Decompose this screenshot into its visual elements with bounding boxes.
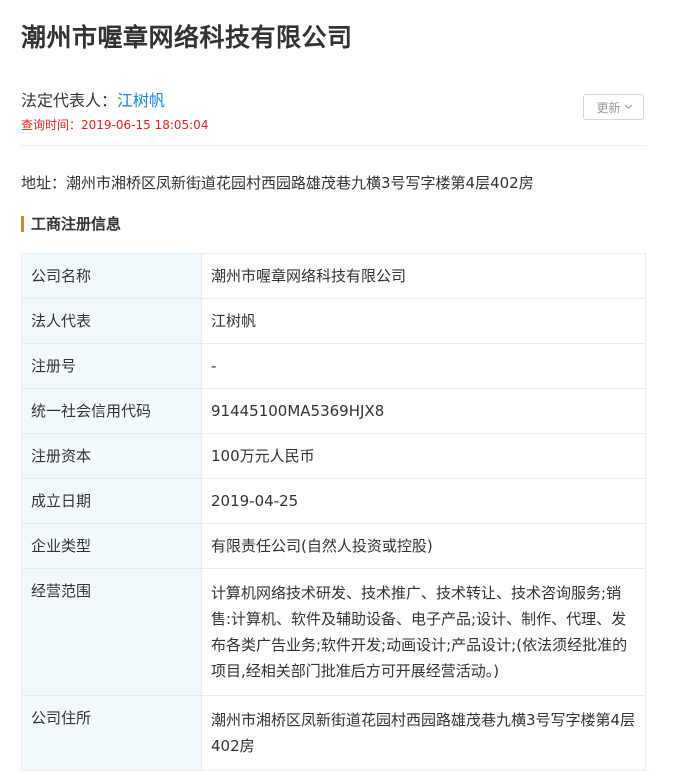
- section-title: 工商注册信息: [31, 215, 122, 233]
- row-label-legal-rep: 法人代表: [21, 298, 202, 344]
- table-row: 公司住所 潮州市湘桥区凤新街道花园村西园路雄茂巷九横3号写字楼第4层402房: [21, 695, 646, 771]
- table-row: 法人代表 江树帆: [21, 298, 646, 344]
- row-value-company-name: 潮州市喔章网络科技有限公司: [201, 253, 646, 299]
- row-label-credit-code: 统一社会信用代码: [21, 388, 202, 434]
- table-row: 注册号 -: [21, 343, 646, 389]
- query-time: 查询时间：2019-06-15 18:05:04: [21, 118, 209, 132]
- table-row: 成立日期 2019-04-25: [21, 478, 646, 524]
- company-address: 地址：潮州市湘桥区凤新街道花园村西园路雄茂巷九横3号写字楼第4层402房: [21, 174, 534, 192]
- registration-info-table: 公司名称 潮州市喔章网络科技有限公司 法人代表 江树帆 注册号 - 统一社会信用…: [21, 253, 646, 771]
- row-label-type: 企业类型: [21, 523, 202, 569]
- row-label-reg-no: 注册号: [21, 343, 202, 389]
- row-label-residence: 公司住所: [21, 695, 202, 771]
- table-row: 统一社会信用代码 91445100MA5369HJX8: [21, 388, 646, 434]
- row-value-legal-rep: 江树帆: [201, 298, 646, 344]
- row-value-type: 有限责任公司(自然人投资或控股): [201, 523, 646, 569]
- row-value-credit-code: 91445100MA5369HJX8: [201, 388, 646, 434]
- row-value-capital: 100万元人民币: [201, 433, 646, 479]
- row-label-founded: 成立日期: [21, 478, 202, 524]
- chevron-down-icon: [624, 101, 632, 110]
- table-row: 公司名称 潮州市喔章网络科技有限公司: [21, 253, 646, 299]
- header-divider: [21, 145, 646, 146]
- table-row: 经营范围 计算机网络技术研发、技术推广、技术转让、技术咨询服务;销售:计算机、软…: [21, 568, 646, 696]
- row-value-founded: 2019-04-25: [201, 478, 646, 524]
- row-value-residence: 潮州市湘桥区凤新街道花园村西园路雄茂巷九横3号写字楼第4层402房: [201, 695, 646, 771]
- table-row: 企业类型 有限责任公司(自然人投资或控股): [21, 523, 646, 569]
- company-title: 潮州市喔章网络科技有限公司: [21, 23, 353, 52]
- legal-rep-label: 法定代表人：: [21, 91, 118, 110]
- table-row: 注册资本 100万元人民币: [21, 433, 646, 479]
- update-button-label: 更新: [596, 100, 621, 115]
- legal-rep-link[interactable]: 江树帆: [117, 91, 165, 110]
- row-value-scope: 计算机网络技术研发、技术推广、技术转让、技术咨询服务;销售:计算机、软件及辅助设…: [201, 568, 646, 696]
- row-label-company-name: 公司名称: [21, 253, 202, 299]
- update-button[interactable]: 更新: [583, 94, 644, 120]
- row-label-scope: 经营范围: [21, 568, 202, 696]
- section-marker: [21, 215, 24, 232]
- legal-rep-line: 法定代表人：江树帆: [21, 87, 165, 111]
- section-header: 工商注册信息: [21, 213, 121, 234]
- row-value-reg-no: -: [201, 343, 646, 389]
- row-label-capital: 注册资本: [21, 433, 202, 479]
